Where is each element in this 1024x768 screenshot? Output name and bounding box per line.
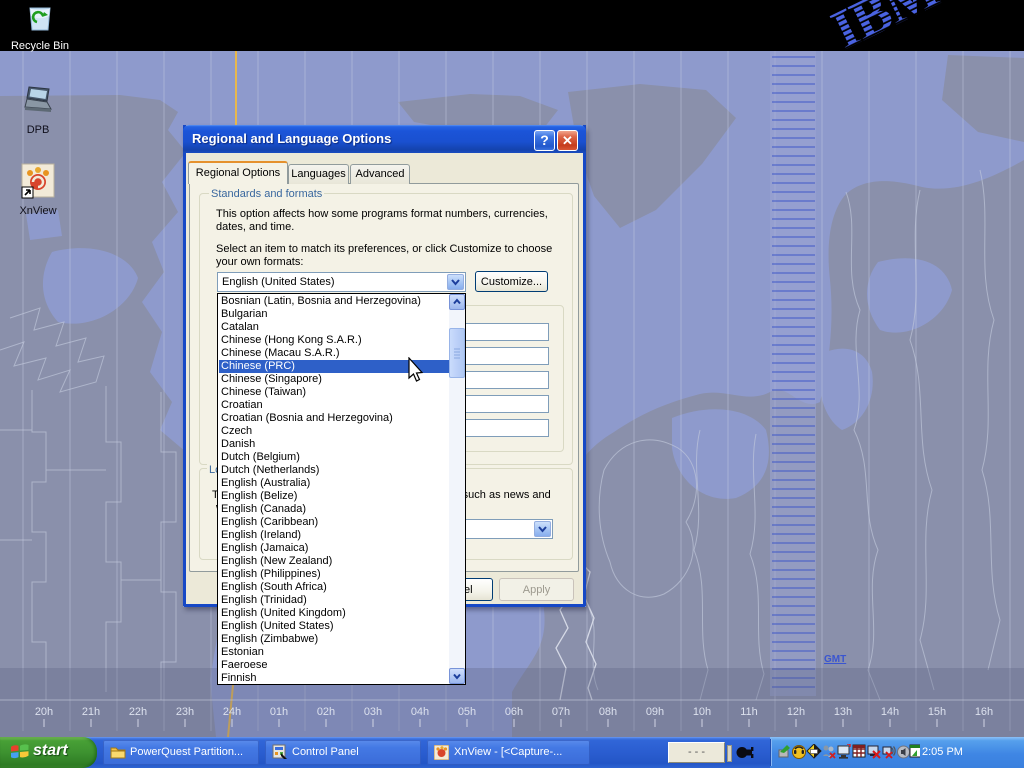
svg-text:14h: 14h: [881, 706, 899, 718]
svg-text:13h: 13h: [834, 706, 852, 718]
svg-text:03h: 03h: [364, 706, 382, 718]
svg-text:10h: 10h: [693, 706, 711, 718]
svg-text:24h: 24h: [223, 706, 241, 718]
svg-text:07h: 07h: [552, 706, 570, 718]
svg-text:12h: 12h: [787, 706, 805, 718]
svg-text:GMT: GMT: [824, 654, 846, 665]
svg-text:01h: 01h: [270, 706, 288, 718]
svg-text:11h: 11h: [740, 706, 758, 718]
svg-text:04h: 04h: [411, 706, 429, 718]
svg-text:22h: 22h: [129, 706, 147, 718]
svg-text:08h: 08h: [599, 706, 617, 718]
svg-text:06h: 06h: [505, 706, 523, 718]
svg-text:23h: 23h: [176, 706, 194, 718]
svg-text:09h: 09h: [646, 706, 664, 718]
svg-text:05h: 05h: [458, 706, 476, 718]
svg-text:02h: 02h: [317, 706, 335, 718]
svg-text:21h: 21h: [82, 706, 100, 718]
svg-text:20h: 20h: [35, 706, 53, 718]
svg-text:16h: 16h: [975, 706, 993, 718]
svg-text:15h: 15h: [928, 706, 946, 718]
